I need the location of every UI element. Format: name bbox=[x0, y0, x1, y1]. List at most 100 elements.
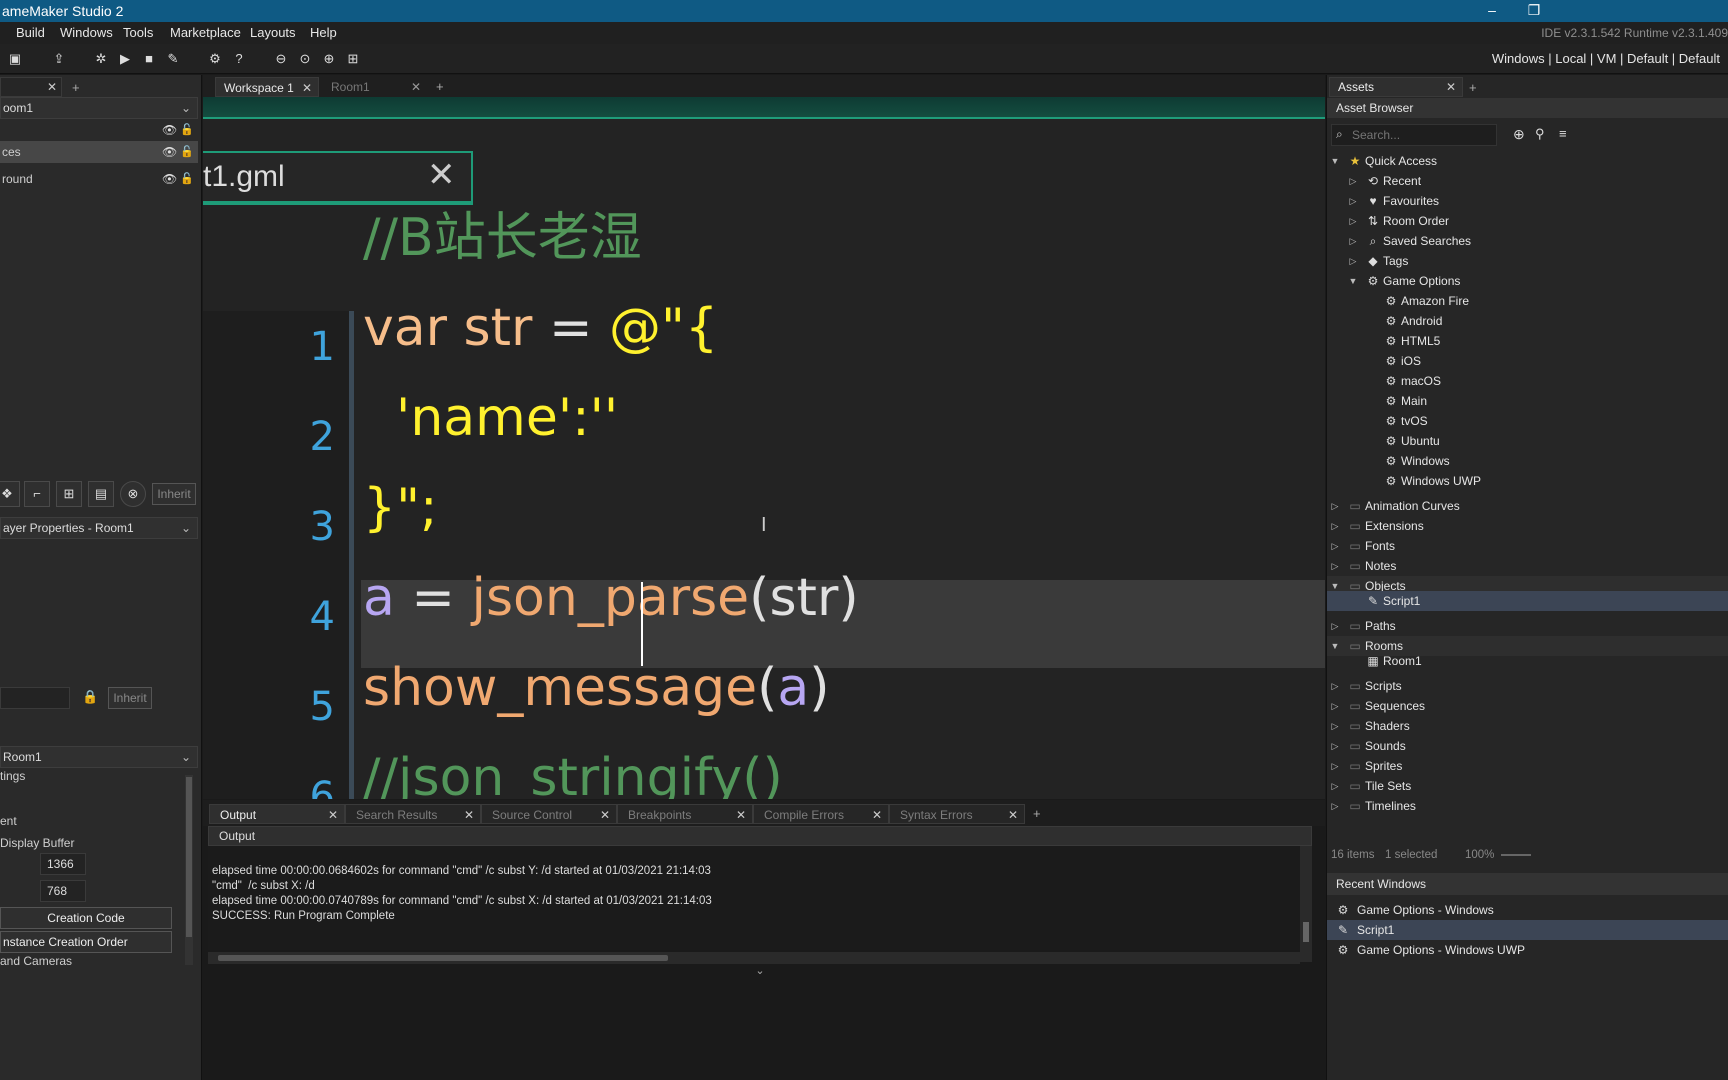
asset-tree-item[interactable]: ▦ Room1 bbox=[1327, 651, 1728, 671]
instance-creation-order-button[interactable]: nstance Creation Order bbox=[0, 931, 172, 953]
asset-tree-item[interactable]: ⚙ macOS bbox=[1327, 371, 1728, 391]
zoom-reset-icon[interactable]: ⊙ bbox=[296, 50, 314, 68]
collapsed-triangle-icon[interactable]: ▷ bbox=[1329, 496, 1341, 516]
zoom-in-icon[interactable]: ⊕ bbox=[320, 50, 338, 68]
width-field[interactable]: 1366 bbox=[40, 853, 86, 875]
code-line[interactable]: //B站长老湿 bbox=[363, 202, 642, 274]
filter-icon[interactable]: ⚲ bbox=[1535, 126, 1545, 142]
lock-icon[interactable]: 🔓 bbox=[180, 141, 194, 163]
zoom-slider[interactable] bbox=[1501, 854, 1531, 856]
expanded-triangle-icon[interactable]: ▼ bbox=[1347, 271, 1359, 291]
recent-window-item[interactable]: ⚙ Game Options - Windows UWP bbox=[1327, 940, 1728, 960]
collapsed-triangle-icon[interactable]: ▷ bbox=[1329, 736, 1341, 756]
delete-layer-icon[interactable]: ⊗ bbox=[120, 481, 146, 507]
asset-tree-item[interactable]: ⚙ Windows bbox=[1327, 451, 1728, 471]
asset-tree-item[interactable]: ▷ ⟲ Recent bbox=[1327, 171, 1728, 191]
room-properties-dropdown[interactable]: Room1 ⌄ bbox=[0, 746, 198, 768]
asset-tree-item[interactable]: ▷ ▭ Sequences bbox=[1327, 696, 1728, 716]
menu-windows[interactable]: Windows bbox=[56, 22, 117, 44]
collapsed-triangle-icon[interactable]: ▷ bbox=[1347, 231, 1359, 251]
save-icon[interactable]: ▣ bbox=[6, 50, 24, 68]
asset-tree-item[interactable]: ⚙ Ubuntu bbox=[1327, 431, 1728, 451]
fit-icon[interactable]: ⊞ bbox=[344, 50, 362, 68]
menu-marketplace[interactable]: Marketplace bbox=[166, 22, 245, 44]
asset-tree-item[interactable]: ⚙ Android bbox=[1327, 311, 1728, 331]
code-line[interactable]: }"; bbox=[363, 472, 438, 544]
asset-tree-item[interactable]: ▷ ▭ Tile Sets bbox=[1327, 776, 1728, 796]
asset-tree-item[interactable]: ▷ ◆ Tags bbox=[1327, 251, 1728, 271]
tab-compile-errors[interactable]: Compile Errors ✕ bbox=[753, 804, 889, 824]
room-layers-dropdown[interactable]: oom1 ⌄ bbox=[0, 97, 198, 119]
collapsed-triangle-icon[interactable]: ▷ bbox=[1329, 696, 1341, 716]
asset-tree-item[interactable]: ⚙ Amazon Fire bbox=[1327, 291, 1728, 311]
tab-workspace-1[interactable]: Workspace 1 ✕ bbox=[215, 77, 319, 97]
eye-icon[interactable]: 👁 bbox=[162, 119, 177, 141]
asset-tree-item[interactable]: ▷ ▭ Sprites bbox=[1327, 756, 1728, 776]
asset-tree-item[interactable]: ▼ ★ Quick Access bbox=[1327, 151, 1728, 171]
minimize-button[interactable]: – bbox=[1472, 0, 1512, 22]
file-tab[interactable]: t1.gml ✕ bbox=[203, 151, 473, 205]
collapsed-triangle-icon[interactable]: ▷ bbox=[1329, 516, 1341, 536]
asset-tree-item[interactable]: ⚙ tvOS bbox=[1327, 411, 1728, 431]
stop-icon[interactable]: ■ bbox=[140, 50, 158, 68]
collapsed-triangle-icon[interactable]: ▷ bbox=[1329, 536, 1341, 556]
asset-tree-item[interactable]: ⚙ Main bbox=[1327, 391, 1728, 411]
path-layer-icon[interactable]: ⌐ bbox=[24, 481, 50, 507]
asset-tree-item[interactable]: ▷ ▭ Animation Curves bbox=[1327, 496, 1728, 516]
add-instance-icon[interactable]: ⊞ bbox=[56, 481, 82, 507]
code-line[interactable]: 'name':'' bbox=[363, 382, 618, 454]
asset-tree-item[interactable]: ▷ ▭ Extensions bbox=[1327, 516, 1728, 536]
collapsed-triangle-icon[interactable]: ▷ bbox=[1347, 171, 1359, 191]
scrollbar[interactable] bbox=[185, 775, 193, 965]
asset-tree-item[interactable]: ▷ ▭ Paths bbox=[1327, 616, 1728, 636]
vertical-scrollbar[interactable] bbox=[1300, 846, 1312, 962]
folder-icon[interactable]: ▤ bbox=[88, 481, 114, 507]
layer-properties-dropdown[interactable]: ayer Properties - Room1 ⌄ bbox=[0, 517, 198, 539]
lock-icon[interactable]: 🔒 bbox=[82, 689, 98, 705]
collapsed-triangle-icon[interactable]: ▷ bbox=[1329, 616, 1341, 636]
collapsed-triangle-icon[interactable]: ▷ bbox=[1329, 756, 1341, 776]
code-line[interactable]: a = json_parse(str) bbox=[363, 562, 859, 634]
tab-breakpoints[interactable]: Breakpoints ✕ bbox=[617, 804, 753, 824]
asset-tree-item[interactable]: ⚙ Windows UWP bbox=[1327, 471, 1728, 491]
asset-tree-item[interactable]: ▷ ▭ Fonts bbox=[1327, 536, 1728, 556]
add-tab-icon[interactable]: + bbox=[436, 79, 444, 94]
recent-window-item[interactable]: ⚙ Game Options - Windows bbox=[1327, 900, 1728, 920]
asset-tree-item[interactable]: ▷ ▭ Notes bbox=[1327, 556, 1728, 576]
add-tab-icon[interactable]: + bbox=[72, 80, 80, 95]
tab-syntax-errors[interactable]: Syntax Errors ✕ bbox=[889, 804, 1025, 824]
asset-tree-item[interactable]: ▷ ⌕ Saved Searches bbox=[1327, 231, 1728, 251]
menu-build[interactable]: Build bbox=[12, 22, 49, 44]
lock-icon[interactable]: 🔓 bbox=[180, 119, 194, 141]
add-tab-icon[interactable]: + bbox=[1033, 806, 1041, 821]
asset-tree-item[interactable]: ▼ ⚙ Game Options bbox=[1327, 271, 1728, 291]
zoom-out-icon[interactable]: ⊖ bbox=[272, 50, 290, 68]
asset-tree-item[interactable]: ▷ ▭ Scripts bbox=[1327, 676, 1728, 696]
settings-icon[interactable]: ⚙ bbox=[206, 50, 224, 68]
asset-tree-item[interactable]: ▷ ▭ Shaders bbox=[1327, 716, 1728, 736]
add-layer-icon[interactable]: ❖ bbox=[0, 481, 20, 507]
debug-icon[interactable]: ✲ bbox=[92, 50, 110, 68]
code-line[interactable]: //json_stringify() bbox=[363, 742, 783, 799]
menu-tools[interactable]: Tools bbox=[119, 22, 157, 44]
expanded-triangle-icon[interactable]: ▼ bbox=[1329, 151, 1341, 171]
panel-tab[interactable]: ✕ bbox=[0, 77, 62, 97]
collapsed-triangle-icon[interactable]: ▷ bbox=[1329, 716, 1341, 736]
help-icon[interactable]: ? bbox=[230, 50, 248, 68]
clean-icon[interactable]: ✎ bbox=[164, 50, 182, 68]
tab-output[interactable]: Output ✕ bbox=[209, 804, 345, 824]
creation-code-button[interactable]: Creation Code bbox=[0, 907, 172, 929]
layer-row[interactable]: round 👁 🔓 bbox=[0, 168, 198, 190]
asset-tree-item[interactable]: ▷ ⇅ Room Order bbox=[1327, 211, 1728, 231]
asset-tree-item[interactable]: ▷ ▭ Timelines bbox=[1327, 796, 1728, 816]
tab-source-control[interactable]: Source Control ✕ bbox=[481, 804, 617, 824]
collapsed-triangle-icon[interactable]: ▷ bbox=[1329, 776, 1341, 796]
asset-tree-item[interactable]: ✎ Script1 bbox=[1327, 591, 1728, 611]
menu-layouts[interactable]: Layouts bbox=[246, 22, 300, 44]
tab-room1[interactable]: Room1 ✕ bbox=[323, 77, 427, 97]
chevron-down-icon[interactable]: ⌄ bbox=[750, 964, 770, 978]
tab-search-results[interactable]: Search Results ✕ bbox=[345, 804, 481, 824]
asset-tree-item[interactable]: ⚙ HTML5 bbox=[1327, 331, 1728, 351]
restore-button[interactable]: ❐ bbox=[1514, 0, 1554, 22]
collapsed-triangle-icon[interactable]: ▷ bbox=[1347, 211, 1359, 231]
